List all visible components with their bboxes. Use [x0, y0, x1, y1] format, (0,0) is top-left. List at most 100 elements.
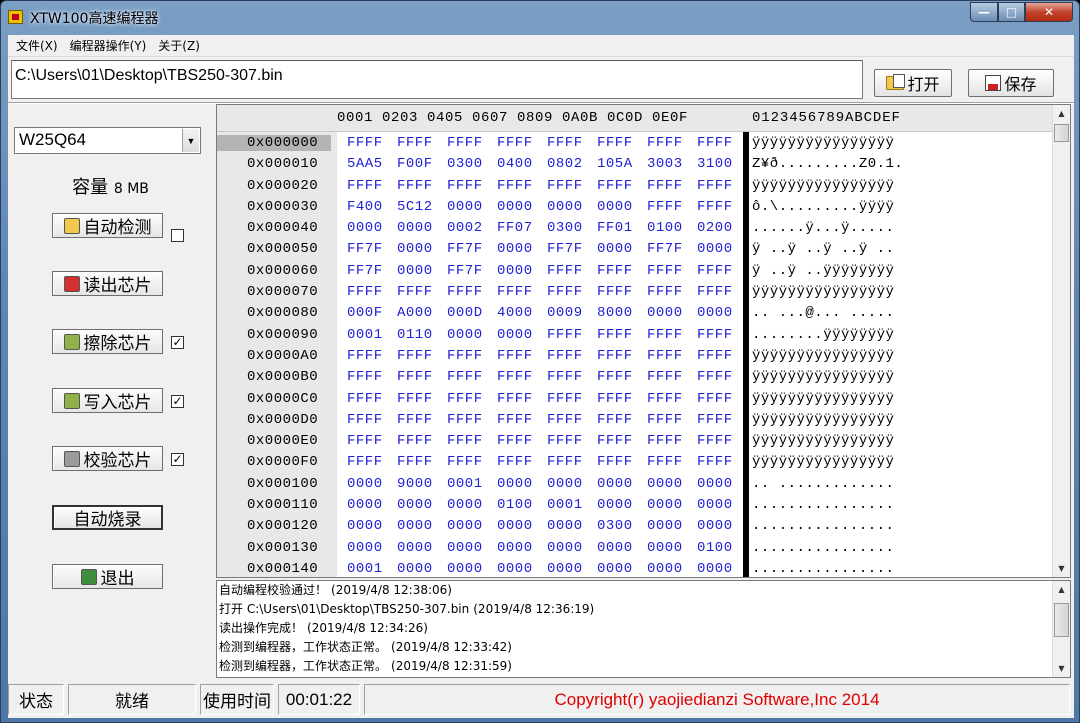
exit-button[interactable]: 退出 — [52, 564, 163, 589]
hex-cell[interactable]: 0400 — [497, 156, 533, 172]
hex-cell[interactable]: FFFF — [347, 178, 383, 194]
hex-cell[interactable]: 3100 — [697, 156, 733, 172]
hex-cell[interactable]: 0000 — [397, 518, 433, 534]
hex-cell[interactable]: 0000 — [647, 305, 683, 321]
hex-cell[interactable]: FFFF — [547, 454, 583, 470]
hex-row[interactable]: 0x0000E0 FFFF FFFF FFFF FFFF FFFF FFFF FFFF FFFF… — [217, 430, 1053, 451]
hex-row[interactable]: 0x000050 FF7F 0000 FF7F 0000 FF7F 0000 FF7F 0000… — [217, 238, 1053, 259]
hex-row[interactable]: 0x000020 FFFF FFFF FFFF FFFF FFFF FFFF FFFF FFFF… — [217, 175, 1053, 196]
hex-row[interactable]: 0x000080 000F A000 000D 4000 0009 8000 0000 0000… — [217, 302, 1053, 323]
hex-row[interactable]: 0x000110 0000 0000 0000 0100 0001 0000 0000 0000… — [217, 494, 1053, 515]
hex-cell[interactable]: 9000 — [397, 476, 433, 492]
hex-cell[interactable]: 0002 — [447, 220, 483, 236]
hex-cell[interactable]: 105A — [597, 156, 633, 172]
save-button[interactable]: 保存 — [968, 69, 1054, 97]
hex-cell[interactable]: 0000 — [447, 199, 483, 215]
hex-row[interactable]: 0x0000D0 FFFF FFFF FFFF FFFF FFFF FFFF FFFF FFFF… — [217, 409, 1053, 430]
hex-cell[interactable]: 0000 — [347, 518, 383, 534]
hex-cell[interactable]: 0000 — [347, 497, 383, 513]
hex-cell[interactable]: 0000 — [497, 561, 533, 577]
write-chip-checkbox[interactable]: ✓ — [171, 395, 184, 408]
hex-cell[interactable]: 0000 — [347, 540, 383, 556]
hex-cell[interactable]: FFFF — [697, 433, 733, 449]
hex-cell[interactable]: 0000 — [547, 561, 583, 577]
hex-row[interactable]: 0x000100 0000 9000 0001 0000 0000 0000 0000 0000… — [217, 473, 1053, 494]
hex-cell[interactable]: FF7F — [547, 241, 583, 257]
hex-cell[interactable]: FFFF — [447, 433, 483, 449]
hex-cell[interactable]: 0000 — [697, 305, 733, 321]
verify-chip-button[interactable]: 校验芯片 — [52, 446, 163, 471]
hex-cell[interactable]: 000D — [447, 305, 483, 321]
hex-cell[interactable]: FFFF — [497, 369, 533, 385]
hex-cell[interactable]: FFFF — [597, 391, 633, 407]
menu-about[interactable]: 关于(Z) — [152, 37, 206, 54]
hex-cell[interactable]: 0000 — [697, 518, 733, 534]
auto-detect-checkbox[interactable] — [171, 229, 184, 242]
hex-cell[interactable]: FF7F — [647, 241, 683, 257]
chevron-down-icon[interactable]: ▼ — [182, 129, 199, 152]
hex-cell[interactable]: 0000 — [647, 561, 683, 577]
hex-cell[interactable]: FFFF — [347, 135, 383, 151]
hex-cell[interactable]: FF7F — [447, 263, 483, 279]
log-scrollbar[interactable]: ▲ ▼ — [1052, 581, 1070, 677]
hex-cell[interactable]: F400 — [347, 199, 383, 215]
hex-cell[interactable]: 0000 — [447, 561, 483, 577]
hex-cell[interactable]: FFFF — [697, 327, 733, 343]
hex-cell[interactable]: FFFF — [647, 433, 683, 449]
hex-cell[interactable]: FFFF — [597, 412, 633, 428]
hex-cell[interactable]: 0000 — [597, 540, 633, 556]
hex-cell[interactable]: 0000 — [597, 497, 633, 513]
hex-row[interactable]: 0x000040 0000 0000 0002 FF07 0300 FF01 0100 0200… — [217, 217, 1053, 238]
hex-cell[interactable]: FFFF — [397, 433, 433, 449]
hex-cell[interactable]: FFFF — [547, 391, 583, 407]
hex-cell[interactable]: FFFF — [647, 263, 683, 279]
hex-cell[interactable]: FFFF — [697, 135, 733, 151]
scroll-up-icon[interactable]: ▲ — [1053, 581, 1070, 598]
hex-cell[interactable]: 0000 — [497, 518, 533, 534]
hex-cell[interactable]: 0000 — [397, 497, 433, 513]
hex-cell[interactable]: FFFF — [347, 454, 383, 470]
auto-burn-button[interactable]: 自动烧录 — [52, 505, 163, 530]
hex-cell[interactable]: 0000 — [497, 241, 533, 257]
hex-cell[interactable]: FFFF — [647, 178, 683, 194]
hex-cell[interactable]: FFFF — [347, 369, 383, 385]
hex-row[interactable]: 0x000120 0000 0000 0000 0000 0000 0300 0000 0000… — [217, 515, 1053, 536]
hex-cell[interactable]: FFFF — [597, 284, 633, 300]
hex-cell[interactable]: 0000 — [497, 263, 533, 279]
hex-cell[interactable]: FFFF — [397, 348, 433, 364]
chip-select[interactable]: W25Q64 ▼ — [14, 127, 201, 154]
hex-cell[interactable]: FFFF — [597, 327, 633, 343]
hex-cell[interactable]: FFFF — [447, 135, 483, 151]
hex-cell[interactable]: FFFF — [347, 433, 383, 449]
scroll-thumb[interactable] — [1054, 124, 1069, 142]
hex-cell[interactable]: FFFF — [397, 369, 433, 385]
hex-cell[interactable]: FFFF — [497, 391, 533, 407]
hex-cell[interactable]: FFFF — [497, 284, 533, 300]
minimize-button[interactable]: — — [970, 2, 998, 22]
hex-cell[interactable]: FFFF — [597, 135, 633, 151]
hex-cell[interactable]: 0000 — [647, 497, 683, 513]
hex-cell[interactable]: 0000 — [597, 476, 633, 492]
hex-cell[interactable]: 3003 — [647, 156, 683, 172]
hex-cell[interactable]: 0200 — [697, 220, 733, 236]
hex-cell[interactable]: FFFF — [547, 327, 583, 343]
hex-cell[interactable]: 0300 — [547, 220, 583, 236]
hex-scrollbar[interactable]: ▲ ▼ — [1052, 105, 1070, 577]
hex-cell[interactable]: 0000 — [397, 561, 433, 577]
hex-cell[interactable]: FFFF — [497, 178, 533, 194]
hex-row[interactable]: 0x0000C0 FFFF FFFF FFFF FFFF FFFF FFFF FFFF FFFF… — [217, 388, 1053, 409]
hex-cell[interactable]: FFFF — [697, 178, 733, 194]
hex-cell[interactable]: 0000 — [447, 327, 483, 343]
hex-cell[interactable]: FFFF — [347, 284, 383, 300]
hex-cell[interactable]: 0110 — [397, 327, 433, 343]
hex-cell[interactable]: FFFF — [547, 178, 583, 194]
hex-cell[interactable]: FFFF — [347, 412, 383, 428]
hex-cell[interactable]: FFFF — [697, 199, 733, 215]
close-button[interactable]: ✕ — [1025, 2, 1073, 22]
hex-cell[interactable]: 5AA5 — [347, 156, 383, 172]
hex-cell[interactable]: 0000 — [547, 199, 583, 215]
hex-cell[interactable]: 0000 — [647, 518, 683, 534]
hex-cell[interactable]: 0000 — [597, 561, 633, 577]
verify-chip-checkbox[interactable]: ✓ — [171, 453, 184, 466]
hex-cell[interactable]: FFFF — [347, 391, 383, 407]
